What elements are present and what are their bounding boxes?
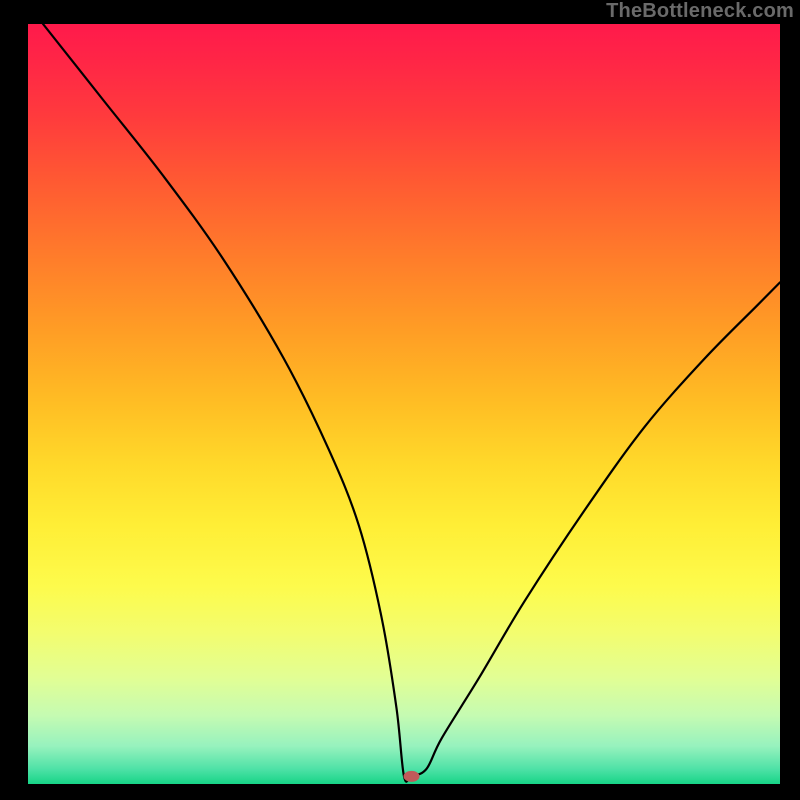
watermark-text: TheBottleneck.com — [606, 0, 794, 23]
optimum-marker — [404, 771, 420, 782]
bottleneck-chart — [0, 0, 800, 800]
plot-background — [28, 24, 780, 784]
chart-frame: TheBottleneck.com — [0, 0, 800, 800]
